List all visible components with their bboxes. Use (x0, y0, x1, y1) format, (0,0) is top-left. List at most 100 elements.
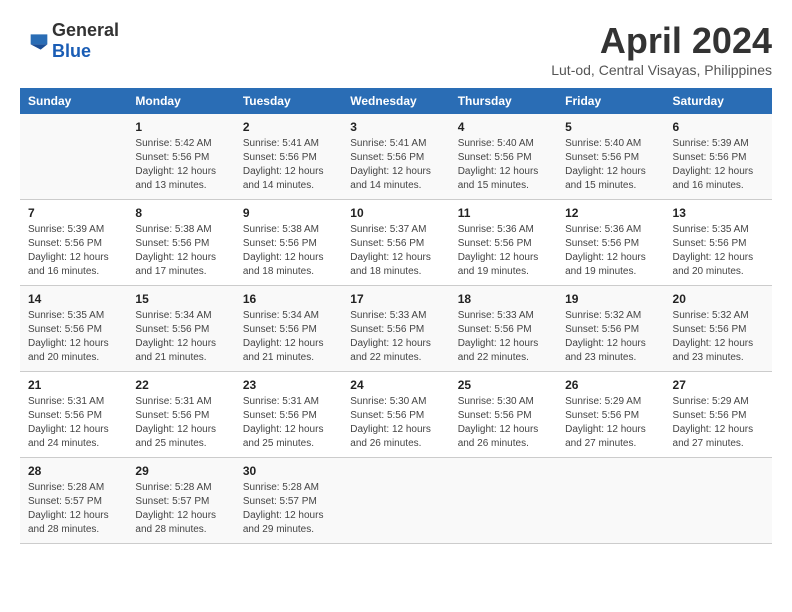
day-info: Sunrise: 5:42 AMSunset: 5:56 PMDaylight:… (135, 137, 226, 193)
header: General Blue April 2024 Lut-od, Central … (20, 20, 772, 78)
day-info: Sunrise: 5:32 AMSunset: 5:56 PMDaylight:… (565, 309, 656, 365)
day-info: Sunrise: 5:31 AMSunset: 5:56 PMDaylight:… (243, 395, 334, 451)
day-number: 11 (458, 206, 549, 220)
day-number: 21 (28, 378, 119, 392)
day-number: 14 (28, 292, 119, 306)
calendar-cell: 25 Sunrise: 5:30 AMSunset: 5:56 PMDayligh… (450, 372, 557, 458)
day-info: Sunrise: 5:33 AMSunset: 5:56 PMDaylight:… (458, 309, 549, 365)
day-number: 10 (350, 206, 441, 220)
calendar-cell: 6 Sunrise: 5:39 AMSunset: 5:56 PMDaylight… (665, 114, 772, 200)
day-info: Sunrise: 5:37 AMSunset: 5:56 PMDaylight:… (350, 223, 441, 279)
day-number: 27 (673, 378, 764, 392)
week-row-4: 21 Sunrise: 5:31 AMSunset: 5:56 PMDayligh… (20, 372, 772, 458)
calendar-cell: 2 Sunrise: 5:41 AMSunset: 5:56 PMDaylight… (235, 114, 342, 200)
day-number: 25 (458, 378, 549, 392)
calendar-cell: 7 Sunrise: 5:39 AMSunset: 5:56 PMDaylight… (20, 200, 127, 286)
day-info: Sunrise: 5:40 AMSunset: 5:56 PMDaylight:… (565, 137, 656, 193)
week-row-2: 7 Sunrise: 5:39 AMSunset: 5:56 PMDaylight… (20, 200, 772, 286)
calendar-cell: 10 Sunrise: 5:37 AMSunset: 5:56 PMDayligh… (342, 200, 449, 286)
day-info: Sunrise: 5:39 AMSunset: 5:56 PMDaylight:… (28, 223, 119, 279)
day-info: Sunrise: 5:38 AMSunset: 5:56 PMDaylight:… (135, 223, 226, 279)
day-number: 26 (565, 378, 656, 392)
day-info: Sunrise: 5:31 AMSunset: 5:56 PMDaylight:… (135, 395, 226, 451)
calendar-cell: 18Sunrise: 5:33 AMSunset: 5:56 PMDayligh… (450, 286, 557, 372)
calendar-cell: 3 Sunrise: 5:41 AMSunset: 5:56 PMDaylight… (342, 114, 449, 200)
week-row-1: 1Sunrise: 5:42 AMSunset: 5:56 PMDaylight… (20, 114, 772, 200)
weekday-header-row: SundayMondayTuesdayWednesdayThursdayFrid… (20, 88, 772, 114)
calendar-cell (342, 458, 449, 544)
calendar-cell: 29 Sunrise: 5:28 AMSunset: 5:57 PMDayligh… (127, 458, 234, 544)
calendar-cell: 5 Sunrise: 5:40 AMSunset: 5:56 PMDaylight… (557, 114, 664, 200)
day-info: Sunrise: 5:41 AMSunset: 5:56 PMDaylight:… (243, 137, 334, 193)
calendar-cell: 26 Sunrise: 5:29 AMSunset: 5:56 PMDayligh… (557, 372, 664, 458)
day-number: 19 (565, 292, 656, 306)
day-info: Sunrise: 5:39 AMSunset: 5:56 PMDaylight:… (673, 137, 764, 193)
day-number: 8 (135, 206, 226, 220)
day-info: Sunrise: 5:34 AMSunset: 5:56 PMDaylight:… (135, 309, 226, 365)
calendar-cell: 9 Sunrise: 5:38 AMSunset: 5:56 PMDaylight… (235, 200, 342, 286)
day-info: Sunrise: 5:40 AMSunset: 5:56 PMDaylight:… (458, 137, 549, 193)
day-number: 9 (243, 206, 334, 220)
calendar-cell (665, 458, 772, 544)
day-number: 29 (135, 464, 226, 478)
day-number: 17 (350, 292, 441, 306)
day-number: 28 (28, 464, 119, 478)
calendar-cell: 4Sunrise: 5:40 AMSunset: 5:56 PMDaylight… (450, 114, 557, 200)
calendar-cell: 1Sunrise: 5:42 AMSunset: 5:56 PMDaylight… (127, 114, 234, 200)
day-info: Sunrise: 5:38 AMSunset: 5:56 PMDaylight:… (243, 223, 334, 279)
calendar-cell: 14 Sunrise: 5:35 AMSunset: 5:56 PMDayligh… (20, 286, 127, 372)
day-info: Sunrise: 5:35 AMSunset: 5:56 PMDaylight:… (28, 309, 119, 365)
day-info: Sunrise: 5:30 AMSunset: 5:56 PMDaylight:… (458, 395, 549, 451)
day-info: Sunrise: 5:36 AMSunset: 5:56 PMDaylight:… (458, 223, 549, 279)
logo-blue: Blue (52, 41, 91, 61)
day-info: Sunrise: 5:41 AMSunset: 5:56 PMDaylight:… (350, 137, 441, 193)
day-info: Sunrise: 5:30 AMSunset: 5:56 PMDaylight:… (350, 395, 441, 451)
weekday-header-tuesday: Tuesday (235, 88, 342, 114)
calendar-cell: 13 Sunrise: 5:35 AMSunset: 5:56 PMDayligh… (665, 200, 772, 286)
calendar-cell (450, 458, 557, 544)
calendar-cell (557, 458, 664, 544)
calendar-cell: 12 Sunrise: 5:36 AMSunset: 5:56 PMDayligh… (557, 200, 664, 286)
calendar-cell: 28 Sunrise: 5:28 AMSunset: 5:57 PMDayligh… (20, 458, 127, 544)
day-number: 2 (243, 120, 334, 134)
day-number: 15 (135, 292, 226, 306)
day-number: 13 (673, 206, 764, 220)
day-number: 20 (673, 292, 764, 306)
day-info: Sunrise: 5:35 AMSunset: 5:56 PMDaylight:… (673, 223, 764, 279)
day-number: 7 (28, 206, 119, 220)
weekday-header-sunday: Sunday (20, 88, 127, 114)
weekday-header-monday: Monday (127, 88, 234, 114)
calendar-cell: 27Sunrise: 5:29 AMSunset: 5:56 PMDayligh… (665, 372, 772, 458)
day-number: 5 (565, 120, 656, 134)
day-number: 16 (243, 292, 334, 306)
calendar-cell: 24 Sunrise: 5:30 AMSunset: 5:56 PMDayligh… (342, 372, 449, 458)
day-info: Sunrise: 5:28 AMSunset: 5:57 PMDaylight:… (135, 481, 226, 537)
logo: General Blue (20, 20, 119, 62)
calendar-cell: 19 Sunrise: 5:32 AMSunset: 5:56 PMDayligh… (557, 286, 664, 372)
day-info: Sunrise: 5:29 AMSunset: 5:56 PMDaylight:… (565, 395, 656, 451)
week-row-5: 28 Sunrise: 5:28 AMSunset: 5:57 PMDayligh… (20, 458, 772, 544)
weekday-header-thursday: Thursday (450, 88, 557, 114)
logo-icon (20, 31, 48, 51)
calendar-cell: 23 Sunrise: 5:31 AMSunset: 5:56 PMDayligh… (235, 372, 342, 458)
calendar-cell: 11 Sunrise: 5:36 AMSunset: 5:56 PMDayligh… (450, 200, 557, 286)
day-info: Sunrise: 5:36 AMSunset: 5:56 PMDaylight:… (565, 223, 656, 279)
day-number: 24 (350, 378, 441, 392)
month-title: April 2024 (551, 20, 772, 62)
calendar-cell: 8 Sunrise: 5:38 AMSunset: 5:56 PMDaylight… (127, 200, 234, 286)
day-number: 12 (565, 206, 656, 220)
title-section: April 2024 Lut-od, Central Visayas, Phil… (551, 20, 772, 78)
day-number: 6 (673, 120, 764, 134)
day-info: Sunrise: 5:28 AMSunset: 5:57 PMDaylight:… (243, 481, 334, 537)
weekday-header-wednesday: Wednesday (342, 88, 449, 114)
day-number: 3 (350, 120, 441, 134)
day-info: Sunrise: 5:28 AMSunset: 5:57 PMDaylight:… (28, 481, 119, 537)
day-number: 30 (243, 464, 334, 478)
day-info: Sunrise: 5:32 AMSunset: 5:56 PMDaylight:… (673, 309, 764, 365)
calendar-cell: 30 Sunrise: 5:28 AMSunset: 5:57 PMDayligh… (235, 458, 342, 544)
day-info: Sunrise: 5:33 AMSunset: 5:56 PMDaylight:… (350, 309, 441, 365)
calendar-cell: 22Sunrise: 5:31 AMSunset: 5:56 PMDayligh… (127, 372, 234, 458)
calendar-cell: 21Sunrise: 5:31 AMSunset: 5:56 PMDayligh… (20, 372, 127, 458)
weekday-header-friday: Friday (557, 88, 664, 114)
day-number: 23 (243, 378, 334, 392)
